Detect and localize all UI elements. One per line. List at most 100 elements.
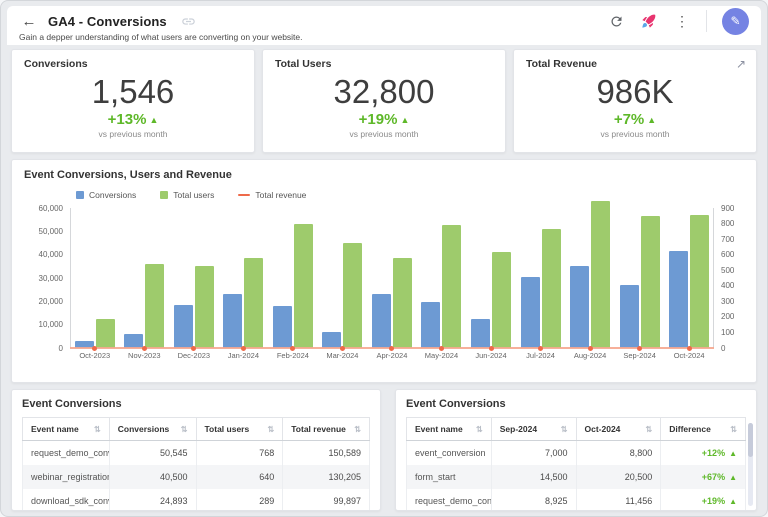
bar-total-users[interactable] <box>640 216 660 348</box>
sort-icon[interactable]: ⇅ <box>354 425 361 434</box>
bar-conversions[interactable] <box>421 302 441 348</box>
bar-group <box>565 201 615 348</box>
bar-total-users[interactable] <box>392 258 412 348</box>
event-name-cell: webinar_registration <box>22 465 110 489</box>
column-header-sep-2024[interactable]: Sep-2024 ⇅ <box>490 417 577 441</box>
legend-item-total-users[interactable]: Total users <box>160 190 214 200</box>
value-cell: 150,589 <box>282 440 370 465</box>
revenue-point[interactable] <box>92 345 98 351</box>
bar-conversions[interactable] <box>471 319 491 348</box>
bar-conversions[interactable] <box>520 277 540 348</box>
bar-total-users[interactable] <box>293 224 313 348</box>
column-header-oct-2024[interactable]: Oct-2024 ⇅ <box>575 417 662 441</box>
legend-item-total-revenue[interactable]: Total revenue <box>238 190 306 200</box>
bar-conversions[interactable] <box>173 305 193 348</box>
x-axis-tick-label: Sep-2024 <box>623 351 656 360</box>
table-title: Event Conversions <box>406 398 506 410</box>
sort-icon[interactable]: ⇅ <box>181 425 188 434</box>
kpi-caption: vs previous month <box>98 129 168 140</box>
kpi-title: Total Revenue <box>526 58 597 70</box>
column-header-event-name[interactable]: Event name ⇅ <box>22 417 110 441</box>
revenue-point[interactable] <box>191 345 197 351</box>
sort-icon[interactable]: ⇅ <box>561 425 568 434</box>
bar-total-users[interactable] <box>492 252 512 348</box>
refresh-icon[interactable] <box>607 12 625 30</box>
more-menu-icon[interactable]: ⋮ <box>673 12 691 30</box>
revenue-point[interactable] <box>141 345 147 351</box>
bar-conversions[interactable] <box>223 294 243 348</box>
value-cell: 8,800 <box>575 440 662 465</box>
maximize-icon[interactable]: ↗ <box>736 57 746 71</box>
column-label: Event name <box>415 424 463 434</box>
bar-total-users[interactable] <box>244 258 264 348</box>
bar-total-users[interactable] <box>145 264 165 348</box>
legend-item-conversions[interactable]: Conversions <box>76 190 136 200</box>
dashboard-page: ← GA4 - Conversions ⋮ ✎ Gain a depper un… <box>0 0 768 517</box>
event-name-cell: request_demo_conversi... <box>406 489 492 510</box>
column-header-total-revenue[interactable]: Total revenue ⇅ <box>282 417 370 441</box>
column-header-conversions[interactable]: Conversions ⇅ <box>108 417 197 441</box>
sort-icon[interactable]: ⇅ <box>268 425 275 434</box>
sort-icon[interactable]: ⇅ <box>730 425 737 434</box>
kpi-value: 1,546 <box>91 73 175 110</box>
bar-total-users[interactable] <box>194 266 214 348</box>
x-axis-tick-label: Jul-2024 <box>526 351 555 360</box>
bar-conversions[interactable] <box>272 306 292 348</box>
bar-total-users[interactable] <box>95 319 115 348</box>
edit-button[interactable]: ✎ <box>722 7 749 35</box>
line-legend-marker <box>238 194 251 196</box>
column-label: Difference <box>669 424 711 434</box>
difference-cell: +12% ▲ <box>660 440 746 465</box>
value-cell: 640 <box>195 465 284 489</box>
bar-total-users[interactable] <box>541 229 561 348</box>
value-cell: 14,500 <box>490 465 577 489</box>
bar-conversions[interactable] <box>619 285 639 348</box>
column-header-total-users[interactable]: Total users ⇅ <box>195 417 284 441</box>
value-cell: 768 <box>195 440 284 465</box>
bar-conversions[interactable] <box>669 251 689 348</box>
difference-value: +67% <box>701 472 726 482</box>
revenue-point[interactable] <box>389 345 395 351</box>
legend-label: Total users <box>173 190 215 200</box>
column-header-difference[interactable]: Difference ⇅ <box>660 417 746 441</box>
chart: 0 10,000 20,000 30,000 40,000 50,000 60,000 Oc… <box>24 201 744 364</box>
y-axis-left: 0 10,000 20,000 30,000 40,000 50,000 60,000 <box>24 204 70 364</box>
table-row: download_sdk_conversi...24,89328999,897 <box>22 489 370 510</box>
bar-total-users[interactable] <box>442 225 462 348</box>
back-button[interactable]: ← <box>19 11 39 31</box>
kpi-value: 32,800 <box>333 73 435 110</box>
column-header-event-name[interactable]: Event name ⇅ <box>406 417 492 441</box>
revenue-point[interactable] <box>240 345 246 351</box>
column-label: Total revenue <box>291 424 346 434</box>
table-scrollbar[interactable] <box>748 423 753 506</box>
revenue-point[interactable] <box>290 345 296 351</box>
bar-total-users[interactable] <box>343 243 363 348</box>
event-conversions-table-card: Event Conversions Event name ⇅ Conversions… <box>11 389 381 511</box>
y-axis-tick-label: 800 <box>721 219 735 229</box>
bar-conversions[interactable] <box>570 266 590 348</box>
column-label: Sep-2024 <box>499 424 538 434</box>
revenue-point[interactable] <box>538 345 544 351</box>
bar-total-users[interactable] <box>690 215 710 348</box>
bar-group <box>318 208 368 348</box>
kpi-card-conversions: Conversions 1,546 +13% ▲ vs previous mont… <box>11 49 255 153</box>
revenue-point[interactable] <box>438 345 444 351</box>
sort-icon[interactable]: ⇅ <box>476 425 483 434</box>
link-icon[interactable] <box>181 14 196 29</box>
revenue-point[interactable] <box>686 345 692 351</box>
bar-group <box>664 208 714 348</box>
rocket-icon[interactable] <box>640 12 658 30</box>
event-conversions-table: Event name ⇅ Conversions ⇅ Total users ⇅ Total… <box>22 417 370 510</box>
revenue-point[interactable] <box>587 345 593 351</box>
bar-conversions[interactable] <box>371 294 391 348</box>
sort-icon[interactable]: ⇅ <box>646 425 653 434</box>
bar-group <box>367 208 417 348</box>
x-axis-labels: Oct-2023 Nov-2023 Dec-2023 Jan-2024 Feb-2024… <box>70 351 714 364</box>
triangle-up-icon: ▲ <box>149 115 159 126</box>
bar-total-users[interactable] <box>591 201 611 348</box>
sort-icon[interactable]: ⇅ <box>94 425 101 434</box>
event-comparison-table-card: Event Conversions Event name ⇅ Sep-2024 ⇅ Oc… <box>395 389 757 511</box>
revenue-point[interactable] <box>637 345 643 351</box>
revenue-point[interactable] <box>488 345 494 351</box>
revenue-point[interactable] <box>339 345 345 351</box>
